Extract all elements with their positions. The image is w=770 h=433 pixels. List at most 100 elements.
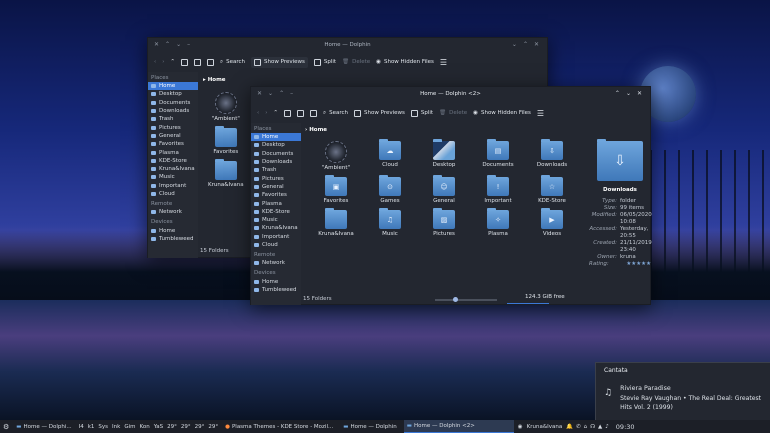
sidebar-item[interactable]: KDE-Store (251, 208, 301, 216)
delete-button[interactable]: 🗑 Delete (439, 110, 467, 116)
tray-gim[interactable]: Gim (124, 424, 135, 430)
sidebar-item[interactable]: Plasma (148, 148, 198, 156)
show-previews-button[interactable]: Show Previews (251, 56, 308, 68)
compact-view-icon[interactable] (194, 58, 202, 66)
minimize-icon[interactable]: ⌄ (176, 41, 181, 48)
back-icon[interactable]: ‹ (257, 110, 259, 116)
clock[interactable]: 09:30 (616, 423, 635, 431)
sidebar-item[interactable]: Tumbleweed (251, 286, 301, 294)
sidebar-item[interactable]: Music (148, 173, 198, 181)
sidebar-item[interactable]: Desktop (251, 141, 301, 149)
sidebar-item[interactable]: Pictures (251, 174, 301, 182)
user-name[interactable]: Kruna&Ivana (527, 424, 563, 430)
sidebar-item[interactable]: Important (148, 182, 198, 190)
sidebar-item[interactable]: Important (251, 233, 301, 241)
up-icon[interactable]: ⌃ (273, 110, 278, 116)
window-controls[interactable]: ⌄ ⌃ ✕ (512, 41, 539, 48)
item-ambient[interactable]: "Ambient" (208, 92, 244, 122)
maximize-icon[interactable]: ⌃ (523, 41, 528, 48)
tray-yas[interactable]: YaS (154, 424, 163, 430)
file-item[interactable]: ✧ Plasma (471, 208, 525, 237)
details-view-icon[interactable] (207, 58, 215, 66)
file-item[interactable]: ! Important (471, 175, 525, 204)
window-titlebar[interactable]: ✕ ⌃ ⌄ – Home — Dolphin ⌄ ⌃ ✕ (148, 38, 547, 52)
sidebar-item[interactable]: Trash (251, 166, 301, 174)
breadcrumb[interactable]: › Home (305, 127, 327, 133)
item-favorites[interactable]: Favorites (208, 126, 244, 155)
split-button[interactable]: Split (410, 109, 433, 117)
file-item[interactable]: Kruna&Ivana (309, 208, 363, 237)
file-item[interactable]: Desktop (417, 139, 471, 171)
close-icon[interactable]: ✕ (637, 90, 642, 97)
forward-icon[interactable]: › (265, 110, 267, 116)
item-kruna-ivana[interactable]: Kruna&Ivana (208, 159, 244, 188)
sidebar-item[interactable]: Favorites (251, 191, 301, 199)
window-menu-icons[interactable]: ✕ ⌄ ⌃ – (257, 90, 293, 97)
show-hidden-button[interactable]: ◉ Show Hidden Files (473, 110, 531, 116)
file-item[interactable]: ♫ Music (363, 208, 417, 237)
forward-icon[interactable]: › (162, 59, 164, 65)
back-icon[interactable]: ‹ (154, 59, 156, 65)
sidebar-item[interactable]: Home (148, 226, 198, 234)
tray-sys[interactable]: Sys (98, 424, 108, 430)
window-menu-icons[interactable]: ✕ ⌃ ⌄ – (154, 41, 190, 48)
up-icon[interactable]: ⌃ (170, 59, 175, 65)
app-launcher-icon[interactable]: ⚙ (3, 423, 9, 431)
icons-view-icon[interactable] (284, 109, 292, 117)
compact-view-icon[interactable] (297, 109, 305, 117)
dolphin-window-front[interactable]: ✕ ⌄ ⌃ – Home — Dolphin <2> ⌃ ⌄ ✕ ‹ › ⌃ ⌕ Searc… (250, 86, 652, 305)
minimize-icon[interactable]: ⌄ (512, 41, 517, 48)
sidebar-item[interactable]: Downloads (148, 107, 198, 115)
tray-kon[interactable]: Kon (140, 424, 150, 430)
zoom-slider[interactable] (435, 297, 497, 302)
pager-1[interactable]: I4 (79, 424, 84, 430)
search-button[interactable]: ⌕ Search (323, 110, 348, 117)
sidebar-item[interactable]: Kruna&Ivana (148, 165, 198, 173)
keep-below-icon[interactable]: ⌄ (268, 90, 273, 97)
media-notification[interactable]: Cantata ♫ Riviera Paradise Stevie Ray Va… (595, 362, 770, 420)
sidebar-item[interactable]: Downloads (251, 158, 301, 166)
sidebar-item[interactable]: Music (251, 216, 301, 224)
sidebar-item[interactable]: Network (251, 259, 301, 267)
close-x-icon[interactable]: ✕ (257, 90, 262, 97)
sidebar-item[interactable]: Tumbleweed (148, 235, 198, 243)
show-previews-button[interactable]: Show Previews (354, 109, 405, 117)
delete-button[interactable]: 🗑 Delete (342, 59, 370, 65)
sidebar-item[interactable]: Home (148, 82, 198, 91)
details-view-icon[interactable] (310, 109, 318, 117)
sidebar-item[interactable]: General (251, 183, 301, 191)
shade-icon[interactable]: – (187, 41, 190, 48)
task-home-dolphin[interactable]: ▬ Home — Dolphi... (13, 420, 74, 433)
sidebar-item[interactable]: Documents (148, 99, 198, 107)
sidebar-item[interactable]: Kruna&Ivana (251, 224, 301, 232)
sidebar-item[interactable]: KDE-Store (148, 157, 198, 165)
sidebar-item[interactable]: General (148, 132, 198, 140)
sidebar-item[interactable]: Cloud (251, 241, 301, 249)
task-firefox[interactable]: ● Plasma Themes - KDE Store - Mozil... (222, 420, 336, 433)
sidebar-item[interactable]: Desktop (148, 90, 198, 98)
file-item[interactable]: ⊙ Games (363, 175, 417, 204)
zoom-slider-handle[interactable] (453, 297, 458, 302)
file-item[interactable]: ☁ Cloud (363, 139, 417, 171)
rating-stars[interactable]: ★★★★★ (626, 261, 651, 268)
maximize-icon[interactable]: ⌃ (615, 90, 620, 97)
task-dolphin-1[interactable]: ▬ Home — Dolphin (340, 420, 400, 433)
close-icon[interactable]: ✕ (534, 41, 539, 48)
file-item[interactable]: ▤ Documents (471, 139, 525, 171)
shade-icon[interactable]: – (290, 90, 293, 97)
sidebar-item[interactable]: Favorites (148, 140, 198, 148)
tray-icons[interactable]: 🔔✆⌂☊▲♪ (566, 424, 612, 430)
pager-2[interactable]: k1 (88, 424, 95, 430)
sidebar-item[interactable]: Network (148, 208, 198, 216)
sidebar-item[interactable]: Plasma (251, 199, 301, 207)
sidebar-item[interactable]: Cloud (148, 190, 198, 198)
sidebar-item[interactable]: Home (251, 277, 301, 285)
task-dolphin-2[interactable]: ▬ Home — Dolphin <2> (403, 420, 514, 433)
minimize-icon[interactable]: ⌄ (626, 90, 631, 97)
file-item[interactable]: ☺ General (417, 175, 471, 204)
keep-above-icon[interactable]: ⌃ (279, 90, 284, 97)
file-item[interactable]: ▨ Pictures (417, 208, 471, 237)
file-item[interactable]: ▶ Videos (525, 208, 579, 237)
show-hidden-button[interactable]: ◉ Show Hidden Files (376, 59, 434, 65)
window-titlebar[interactable]: ✕ ⌄ ⌃ – Home — Dolphin <2> ⌃ ⌄ ✕ (251, 87, 650, 101)
